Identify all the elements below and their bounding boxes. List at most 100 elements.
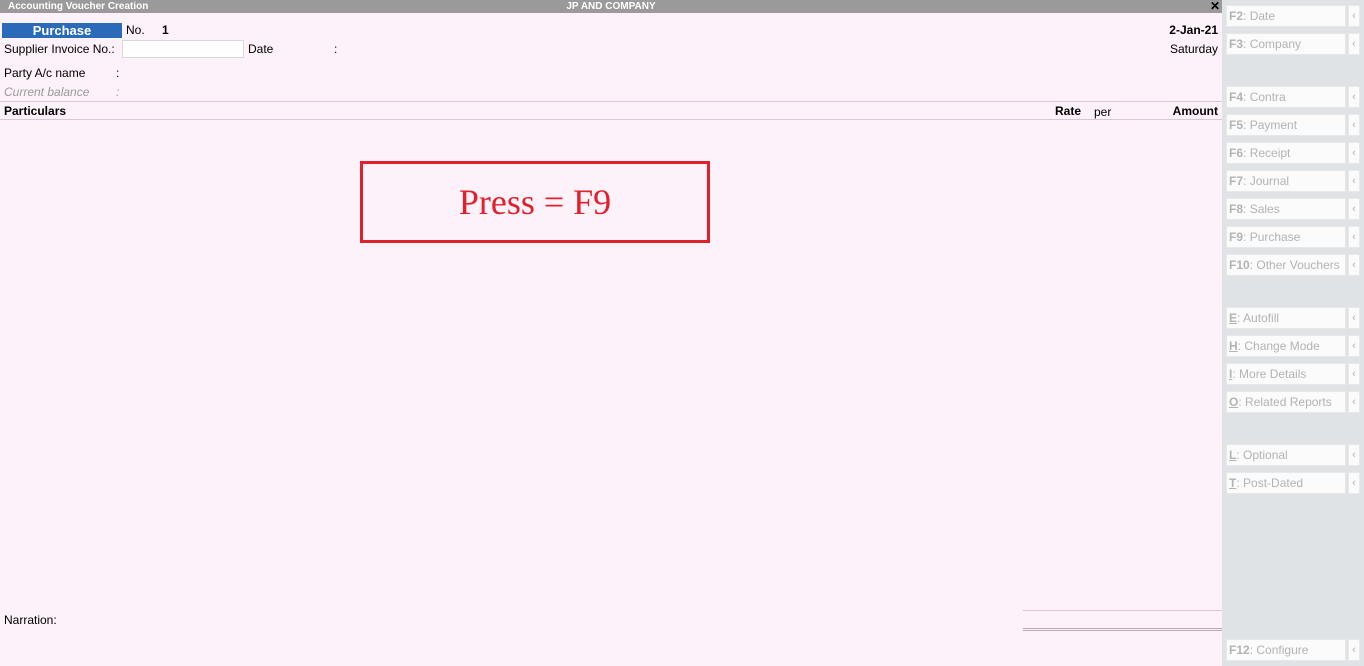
autofill-button[interactable]: E: Autofill: [1226, 307, 1346, 329]
o-label: Related Reports: [1245, 395, 1332, 409]
f3-key: F3: [1229, 37, 1244, 51]
total-line-top: [1023, 610, 1222, 611]
f5-payment-button[interactable]: F5: Payment: [1226, 114, 1346, 136]
more-details-button[interactable]: I: More Details: [1226, 363, 1346, 385]
f10-other-vouchers-button[interactable]: F10: Other Vouchers: [1226, 254, 1346, 276]
voucher-day: Saturday: [1169, 42, 1218, 56]
f5-key: F5: [1229, 118, 1244, 132]
l-sep: :: [1236, 448, 1240, 462]
f6-sep: :: [1243, 146, 1247, 160]
chevron-left-icon[interactable]: ‹: [1348, 254, 1360, 276]
f12-key: F12: [1229, 643, 1250, 657]
t-sep: :: [1236, 476, 1240, 490]
current-balance-colon: :: [116, 85, 120, 99]
close-icon[interactable]: ✕: [1210, 0, 1220, 13]
f9-key: F9: [1229, 230, 1244, 244]
chevron-left-icon[interactable]: ‹: [1348, 33, 1360, 55]
chevron-left-icon[interactable]: ‹: [1348, 335, 1360, 357]
chevron-left-icon[interactable]: ‹: [1348, 5, 1360, 27]
annotation-text: Press = F9: [458, 182, 612, 222]
f4-contra-button[interactable]: F4: Contra: [1226, 86, 1346, 108]
e-label: Autofill: [1243, 311, 1280, 325]
f7-journal-button[interactable]: F7: Journal: [1226, 170, 1346, 192]
f3-company-button[interactable]: F3: Company: [1226, 33, 1346, 55]
column-divider: [0, 119, 1222, 120]
chevron-left-icon[interactable]: ‹: [1348, 391, 1360, 413]
chevron-left-icon[interactable]: ‹: [1348, 226, 1360, 248]
narration-label: Narration:: [4, 613, 57, 627]
supplier-invoice-input[interactable]: [122, 40, 244, 58]
f5-sep: :: [1243, 118, 1247, 132]
f2-key: F2: [1229, 9, 1244, 23]
f6-key: F6: [1229, 146, 1244, 160]
f3-sep: :: [1243, 37, 1247, 51]
l-label: Optional: [1243, 448, 1288, 462]
f8-label: Sales: [1249, 202, 1280, 216]
company-name: JP AND COMPANY: [566, 1, 656, 12]
f5-label: Payment: [1249, 118, 1298, 132]
chevron-left-icon[interactable]: ‹: [1348, 86, 1360, 108]
total-line-bottom-2: [1023, 630, 1222, 631]
voucher-date[interactable]: 2-Jan-21: [1169, 23, 1218, 37]
t-label: Post-Dated: [1243, 476, 1304, 490]
related-reports-button[interactable]: O: Related Reports: [1226, 391, 1346, 413]
window-titlebar: Accounting Voucher Creation JP AND COMPA…: [0, 0, 1222, 13]
f12-configure-button[interactable]: F12: Configure: [1226, 639, 1346, 661]
f10-label: Other Vouchers: [1256, 258, 1340, 272]
optional-button[interactable]: L: Optional: [1226, 444, 1346, 466]
f10-sep: :: [1249, 258, 1254, 272]
current-balance-label: Current balance: [4, 85, 90, 99]
chevron-left-icon[interactable]: ‹: [1348, 142, 1360, 164]
voucher-form: Purchase No. 1 2-Jan-21 Saturday Supplie…: [0, 13, 1222, 666]
amount-column-header: Amount: [1172, 104, 1218, 118]
f3-label: Company: [1249, 37, 1302, 51]
rate-column-header: Rate: [1055, 104, 1082, 118]
chevron-left-icon[interactable]: ‹: [1348, 472, 1360, 494]
total-line-bottom: [1023, 628, 1222, 629]
voucher-no-value: 1: [162, 23, 169, 37]
chevron-left-icon[interactable]: ‹: [1348, 363, 1360, 385]
f7-key: F7: [1229, 174, 1244, 188]
o-sep: :: [1238, 395, 1242, 409]
f6-receipt-button[interactable]: F6: Receipt: [1226, 142, 1346, 164]
chevron-left-icon[interactable]: ‹: [1348, 198, 1360, 220]
supplier-invoice-label: Supplier Invoice No.:: [4, 42, 115, 56]
particulars-column-header: Particulars: [4, 104, 67, 118]
h-sep: :: [1237, 339, 1242, 353]
f2-sep: :: [1243, 9, 1247, 23]
voucher-no-label: No.: [126, 23, 145, 37]
f9-purchase-button[interactable]: F9: Purchase: [1226, 226, 1346, 248]
e-sep: :: [1237, 311, 1241, 325]
change-mode-button[interactable]: H: Change Mode: [1226, 335, 1346, 357]
f4-label: Contra: [1249, 90, 1286, 104]
h-key: H: [1229, 339, 1238, 353]
chevron-left-icon[interactable]: ‹: [1348, 170, 1360, 192]
voucher-type-badge[interactable]: Purchase: [2, 23, 122, 38]
e-key: E: [1229, 311, 1238, 325]
f6-label: Receipt: [1249, 146, 1291, 160]
f2-label: Date: [1249, 9, 1276, 23]
o-key: O: [1229, 395, 1239, 409]
chevron-left-icon[interactable]: ‹: [1348, 639, 1360, 661]
i-sep: :: [1232, 367, 1236, 381]
invoice-date-colon: :: [334, 42, 338, 56]
party-name-label: Party A/c name: [4, 66, 86, 80]
f9-label: Purchase: [1249, 230, 1301, 244]
f10-key: F10: [1229, 258, 1250, 272]
h-label: Change Mode: [1244, 339, 1320, 353]
button-bar: F2: Date ‹ F3: Company ‹ F4: Contra ‹ F5…: [1222, 0, 1364, 666]
f4-key: F4: [1229, 90, 1244, 104]
f7-label: Journal: [1249, 174, 1290, 188]
chevron-left-icon[interactable]: ‹: [1348, 444, 1360, 466]
f7-sep: :: [1243, 174, 1247, 188]
party-name-colon: :: [116, 66, 120, 80]
f8-key: F8: [1229, 202, 1244, 216]
post-dated-button[interactable]: T: Post-Dated: [1226, 472, 1346, 494]
f12-label: Configure: [1256, 643, 1309, 657]
f8-sales-button[interactable]: F8: Sales: [1226, 198, 1346, 220]
chevron-left-icon[interactable]: ‹: [1348, 307, 1360, 329]
f2-date-button[interactable]: F2: Date: [1226, 5, 1346, 27]
header-divider: [0, 101, 1222, 102]
chevron-left-icon[interactable]: ‹: [1348, 114, 1360, 136]
f9-sep: :: [1243, 230, 1247, 244]
